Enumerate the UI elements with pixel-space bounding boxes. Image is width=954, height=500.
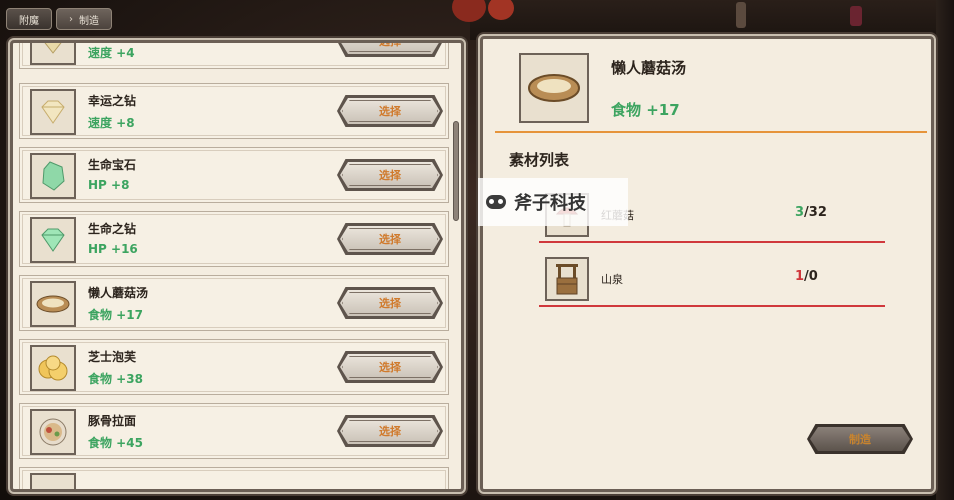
list-scrollbar[interactable] [453, 51, 459, 487]
tab-label: 制造 [79, 15, 99, 27]
watermark: 斧子科技 [478, 178, 628, 226]
soup-bowl-icon [519, 53, 589, 123]
material-divider [539, 241, 885, 243]
item-stat: 速度 +8 [88, 116, 135, 130]
background-bottle [736, 2, 746, 28]
craft-button[interactable]: 制造 [810, 427, 910, 451]
material-row: 山泉 1/0 [539, 257, 885, 307]
soup-bowl-icon [30, 281, 76, 327]
tab-label: 附魔 [19, 15, 39, 27]
material-name: 山泉 [601, 273, 623, 286]
ramen-bowl-icon [30, 409, 76, 455]
material-count: 1/0 [795, 269, 818, 284]
item-name: 幸运之钻 [88, 94, 137, 108]
background-bottle [850, 6, 862, 26]
recipe-detail-panel: 懒人蘑菇汤 食物 +17 素材列表 红蘑菇 3/32 山泉 1/0 制造 [480, 36, 934, 492]
list-item[interactable]: 懒人蘑菇汤 食物 +17 选择 [19, 275, 449, 331]
list-item[interactable]: 速度 +4 选择 [19, 43, 449, 69]
material-need: /32 [804, 205, 827, 220]
select-button[interactable]: 选择 [340, 418, 440, 444]
list-item[interactable]: 生命宝石 HP +8 选择 [19, 147, 449, 203]
watermark-logo-icon [486, 195, 506, 209]
scrollbar-thumb[interactable] [453, 121, 459, 221]
item-name: 芝士泡芙 [88, 350, 137, 364]
select-button[interactable]: 选择 [340, 226, 440, 252]
material-have: 3 [795, 205, 805, 220]
item-stat: 食物 +38 [88, 372, 143, 386]
gem-icon [30, 43, 76, 65]
green-diamond-icon [30, 217, 76, 263]
list-item[interactable]: 幸运之钻 速度 +8 选择 [19, 83, 449, 139]
select-button[interactable]: 选择 [340, 98, 440, 124]
item-stat: HP +8 [88, 178, 130, 192]
item-name: 懒人蘑菇汤 [88, 286, 149, 300]
list-item[interactable]: 芝士泡芙 食物 +38 选择 [19, 339, 449, 395]
material-have: 1 [795, 269, 805, 284]
background-shelf [470, 0, 954, 40]
material-divider [539, 305, 885, 307]
tab-enchant[interactable]: 附魔 [6, 8, 52, 30]
well-icon [545, 257, 589, 301]
cream-puff-icon [30, 345, 76, 391]
item-icon [30, 473, 76, 489]
select-button[interactable]: 选择 [340, 354, 440, 380]
diamond-icon [30, 89, 76, 135]
chevron-right-icon: › [69, 13, 73, 25]
recipe-stat: 食物 +17 [611, 101, 680, 119]
select-button[interactable]: 选择 [340, 290, 440, 316]
material-count: 3/32 [795, 205, 827, 220]
watermark-text: 斧子科技 [514, 193, 586, 214]
item-stat: HP +16 [88, 242, 138, 256]
background-wall [936, 0, 954, 500]
materials-heading: 素材列表 [509, 151, 570, 169]
recipe-list-panel: 速度 +4 选择 幸运之钻 速度 +8 选择 生命宝石 HP +8 选择 生命之… [10, 40, 464, 492]
select-button[interactable]: 选择 [340, 162, 440, 188]
recipe-title: 懒人蘑菇汤 [611, 59, 687, 77]
item-name: 豚骨拉面 [88, 414, 137, 428]
list-item[interactable]: 生命之钻 HP +16 选择 [19, 211, 449, 267]
item-stat: 食物 +45 [88, 436, 143, 450]
item-name: 生命宝石 [88, 158, 137, 172]
item-name: 生命之钻 [88, 222, 137, 236]
divider [495, 131, 927, 133]
green-gem-icon [30, 153, 76, 199]
tab-craft[interactable]: › 制造 [56, 8, 112, 30]
item-stat: 速度 +4 [88, 46, 135, 60]
item-stat: 食物 +17 [88, 308, 143, 322]
tab-bar: 附魔 › 制造 [6, 8, 112, 30]
material-need: /0 [804, 269, 818, 284]
list-item[interactable] [19, 467, 449, 489]
select-button[interactable]: 选择 [340, 43, 440, 54]
list-item[interactable]: 豚骨拉面 食物 +45 选择 [19, 403, 449, 459]
